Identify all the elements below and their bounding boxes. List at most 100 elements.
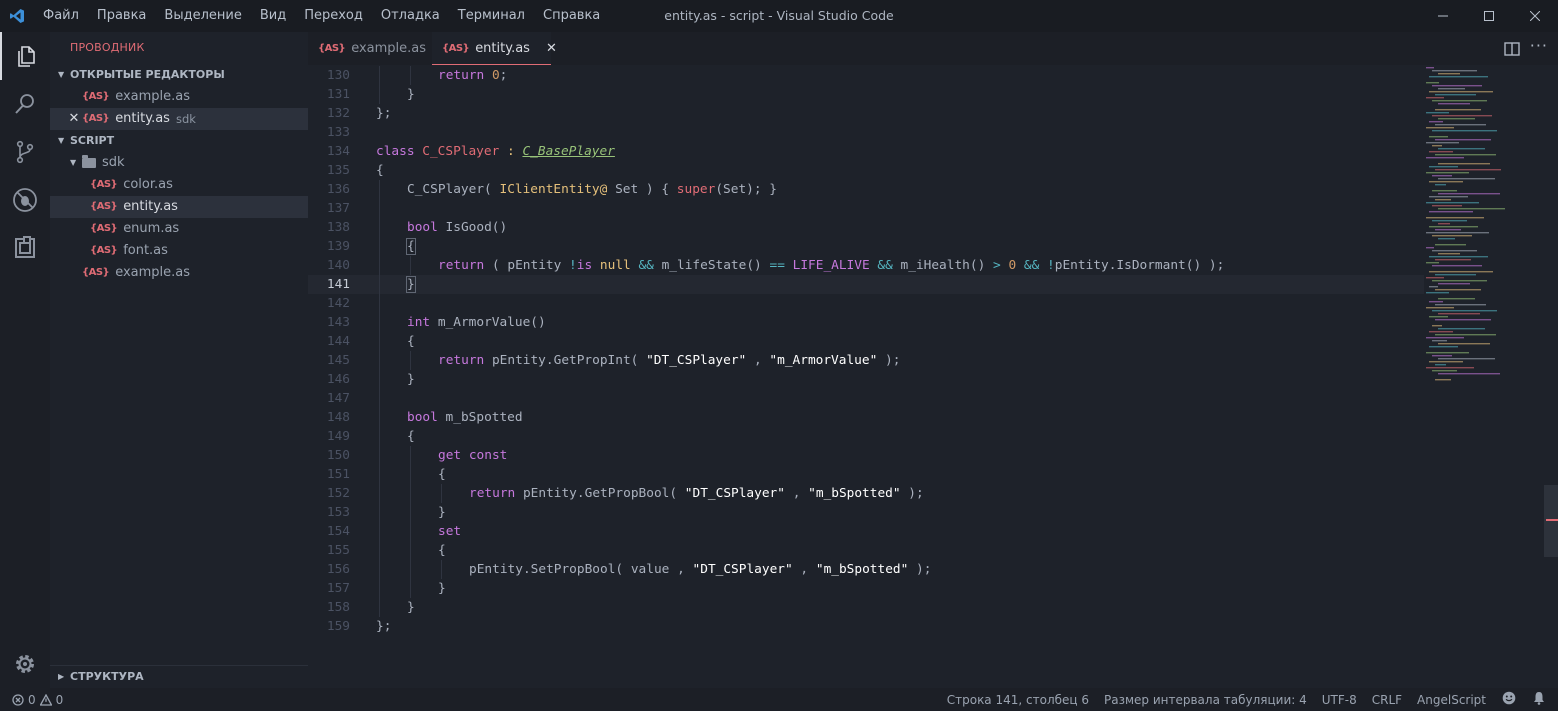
code-line[interactable]: 140 return ( pEntity !is null && m_lifeSt… [308,256,1424,275]
line-number: 132 [326,106,350,121]
menu-debug[interactable]: Отладка [372,0,449,32]
code-line[interactable]: 139 { [308,237,1424,256]
menu-terminal[interactable]: Терминал [449,0,534,32]
code-line[interactable]: 144 { [308,332,1424,351]
menu-go[interactable]: Переход [295,0,372,32]
close-tab-icon[interactable]: ✕ [546,41,557,56]
file-item[interactable]: {AS} example.as [50,262,308,284]
code-line[interactable]: 150 get const [308,446,1424,465]
code-line[interactable]: 145 return pEntity.GetPropInt( "DT_CSPlay… [308,351,1424,370]
code-text: class C_CSPlayer : C_BasePlayer [376,144,615,159]
code-line[interactable]: 149 { [308,427,1424,446]
code-line[interactable]: 156 pEntity.SetPropBool( value , "DT_CSPl… [308,560,1424,579]
line-number: 152 [326,486,350,501]
line-number: 155 [326,543,350,558]
extensions-activity-button[interactable] [0,224,50,272]
code-line[interactable]: 133 [308,123,1424,142]
code-line[interactable]: 132}; [308,104,1424,123]
file-item[interactable]: {AS} font.as [50,240,308,262]
indentation-setting[interactable]: Размер интервала табуляции: 4 [1104,693,1307,707]
code-line[interactable]: 138 bool IsGood() [308,218,1424,237]
code-line[interactable]: 135 { [308,161,1424,180]
code-line[interactable]: 157} [308,579,1424,598]
line-number: 131 [326,87,350,102]
open-editor-item[interactable]: {AS} example.as [50,86,308,108]
file-item[interactable]: {AS} enum.as [50,218,308,240]
code-line[interactable]: 146} [308,370,1424,389]
eol-setting[interactable]: CRLF [1372,693,1402,707]
menu-view[interactable]: Вид [251,0,295,32]
explorer-activity-button[interactable] [0,32,50,80]
code-line[interactable]: 141} [308,275,1424,294]
open-editor-item[interactable]: ✕ {AS} entity.as sdk [50,108,308,130]
code-line[interactable]: 136 C_CSPlayer( IClientEntity@ Set ) { su… [308,180,1424,199]
more-actions-icon[interactable]: ··· [1530,36,1548,55]
code-line[interactable]: 158} [308,598,1424,617]
folder-item[interactable]: ▼ sdk [50,152,308,174]
code-text: return pEntity.GetPropBool( "DT_CSPlayer… [469,486,924,501]
code-editor[interactable]: 130 return 0; 131} 132}; 133 134 class C_CSPla… [308,65,1558,688]
code-line[interactable]: 153} [308,503,1424,522]
code-line[interactable]: 154 set [308,522,1424,541]
angelscript-file-icon: {AS} [82,267,110,278]
code-line[interactable]: 137 [308,199,1424,218]
menu-help[interactable]: Справка [534,0,609,32]
scm-activity-button[interactable] [0,128,50,176]
minimap[interactable] [1424,65,1544,395]
code-text: return ( pEntity !is null && m_lifeState… [438,258,1225,273]
code-line[interactable]: 151 { [308,465,1424,484]
angelscript-file-icon: {AS} [82,91,110,102]
problems-indicator[interactable]: 0 0 [12,693,63,707]
file-item[interactable]: {AS} color.as [50,174,308,196]
angelscript-file-icon: {AS} [82,113,110,124]
maximize-button[interactable] [1466,0,1512,32]
line-number: 158 [326,600,350,615]
code-line[interactable]: 148 bool m_bSpotted [308,408,1424,427]
vscode-logo-icon [0,0,34,32]
tab-entity-as[interactable]: {AS} entity.as ✕ [432,32,557,65]
code-line[interactable]: 159}; [308,617,1424,636]
cursor-position[interactable]: Строка 141, столбец 6 [947,693,1089,707]
code-line[interactable]: 147 [308,389,1424,408]
code-text: int m_ArmorValue() [407,315,546,330]
notifications-bell-icon[interactable] [1532,691,1546,708]
line-number: 147 [326,391,350,406]
workspace-header[interactable]: ▼ SCRIPT [50,130,308,152]
encoding-setting[interactable]: UTF-8 [1322,693,1357,707]
debug-activity-button[interactable] [0,176,50,224]
search-activity-button[interactable] [0,80,50,128]
code-line[interactable]: 130 return 0; [308,66,1424,85]
files-icon [18,46,35,67]
chevron-down-icon: ▼ [58,136,65,145]
code-text: get const [438,448,508,463]
language-mode[interactable]: AngelScript [1417,693,1486,707]
split-editor-icon[interactable] [1504,41,1520,60]
code-text: { [438,543,446,558]
code-line[interactable]: 134 class C_CSPlayer : C_BasePlayer [308,142,1424,161]
menu-edit[interactable]: Правка [88,0,155,32]
feedback-smiley-icon[interactable] [1502,691,1516,708]
outline-header[interactable]: ▶ СТРУКТУРА [50,666,308,688]
code-line[interactable]: 131} [308,85,1424,104]
line-number: 142 [326,296,350,311]
minimize-button[interactable] [1420,0,1466,32]
tab-example-as[interactable]: {AS} example.as [308,32,432,65]
code-line[interactable]: 155 { [308,541,1424,560]
close-icon[interactable]: ✕ [66,108,82,130]
file-item[interactable]: {AS} entity.as [50,196,308,218]
cursor-position-marker [1546,519,1558,521]
menu-file[interactable]: Файл [34,0,88,32]
code-line[interactable]: 143 int m_ArmorValue() [308,313,1424,332]
extensions-icon [15,236,35,258]
line-number: 159 [326,619,350,634]
code-line[interactable]: 142 [308,294,1424,313]
settings-activity-button[interactable] [0,640,50,688]
workspace-label: SCRIPT [70,134,115,147]
menu-selection[interactable]: Выделение [155,0,250,32]
code-text: bool IsGood() [407,220,508,235]
code-line[interactable]: 152 return pEntity.GetPropBool( "DT_CSPla… [308,484,1424,503]
editor-scrollbar[interactable] [1544,65,1558,688]
open-editors-header[interactable]: ▼ ОТКРЫТЫЕ РЕДАКТОРЫ [50,64,308,86]
close-window-button[interactable] [1512,0,1558,32]
file-label: example.as [115,265,191,280]
